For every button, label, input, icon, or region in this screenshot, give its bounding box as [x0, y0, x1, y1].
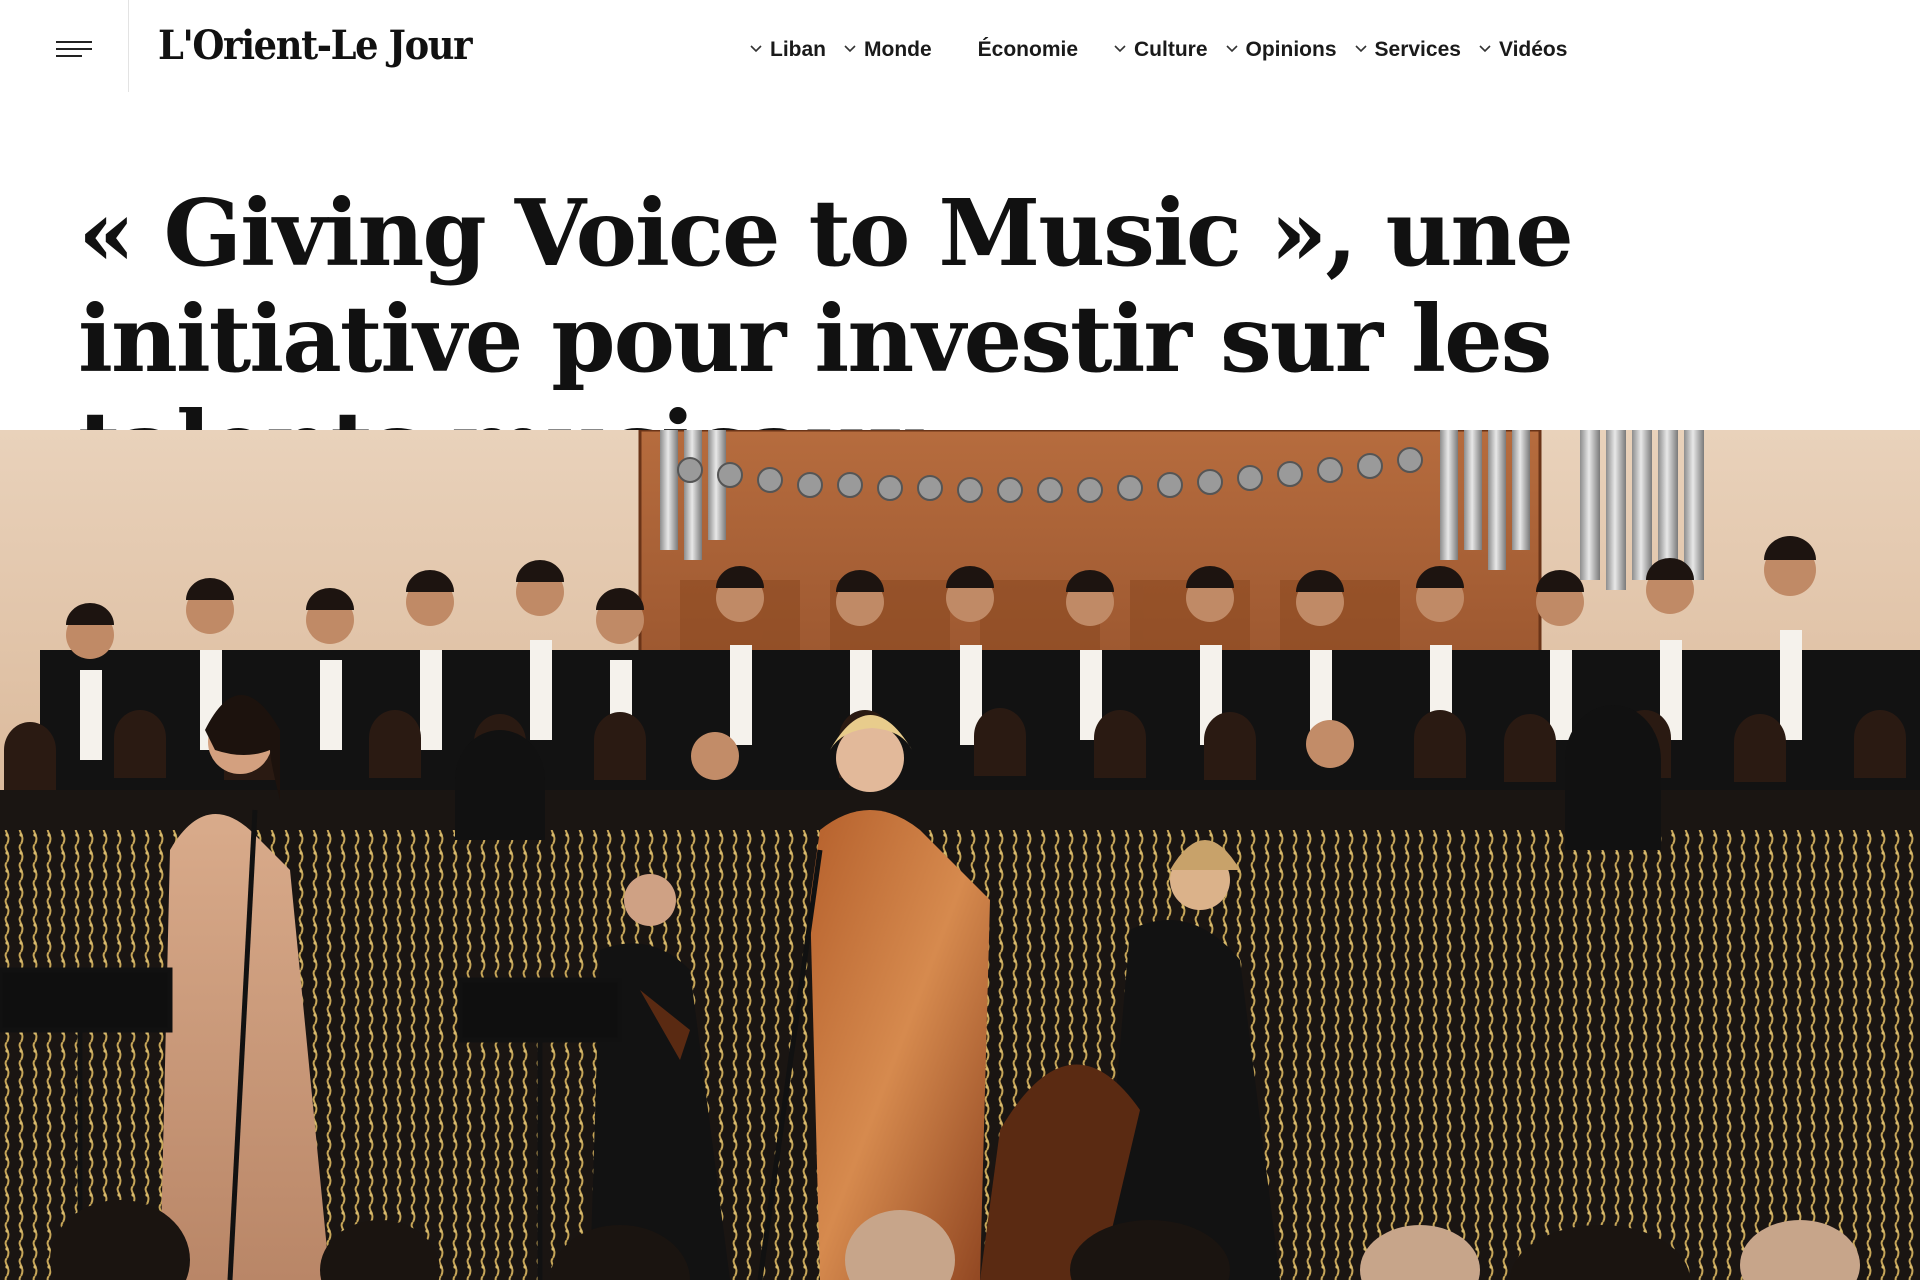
nav-label: Services — [1374, 38, 1461, 61]
nav-label: Vidéos — [1498, 38, 1568, 61]
chevron-down-icon — [1354, 45, 1367, 53]
nav-item-culture[interactable]: Culture — [1112, 38, 1208, 62]
chevron-down-icon — [1479, 45, 1491, 53]
nav-item-opinions[interactable]: Opinions — [1224, 38, 1337, 62]
nav-item-videos[interactable]: Vidéos — [1477, 38, 1567, 62]
hamburger-menu-icon[interactable] — [56, 38, 96, 62]
nav-label: Économie — [977, 38, 1079, 61]
nav-label: Opinions — [1245, 38, 1337, 61]
nav-label: Culture — [1134, 38, 1208, 61]
chevron-down-icon — [750, 45, 762, 53]
nav-item-monde[interactable]: Monde — [842, 38, 932, 62]
article-hero-image[interactable] — [0, 430, 1920, 1280]
header-divider — [128, 0, 129, 92]
chevron-down-icon — [844, 45, 856, 53]
nav-label: Monde — [864, 38, 932, 61]
chevron-down-icon — [1114, 45, 1126, 53]
site-logo[interactable]: L'Orient-Le Jour — [158, 22, 473, 69]
main-nav: Liban Monde Économie Culture Opinions Se… — [748, 36, 1567, 64]
choir-concert-photo — [0, 430, 1920, 1280]
nav-item-liban[interactable]: Liban — [748, 38, 826, 62]
nav-item-economie[interactable]: Économie — [978, 38, 1078, 62]
site-header: L'Orient-Le Jour Liban Monde Économie Cu… — [0, 0, 1920, 92]
chevron-down-icon — [1225, 45, 1238, 53]
nav-item-services[interactable]: Services — [1353, 38, 1461, 62]
nav-label: Liban — [770, 38, 826, 61]
